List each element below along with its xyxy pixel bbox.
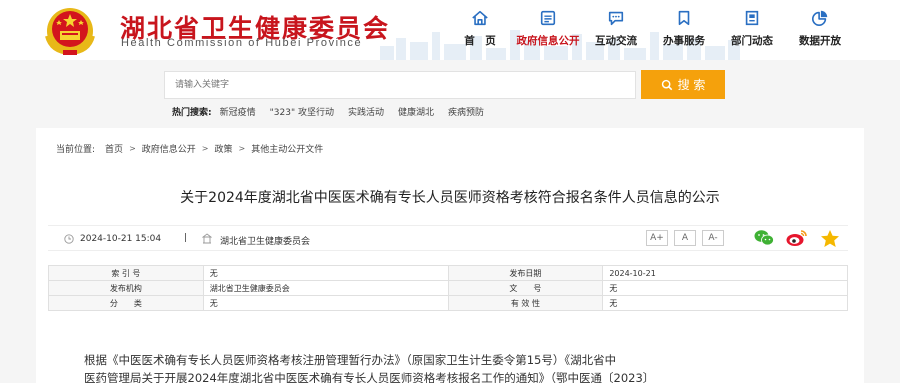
font-size-normal-button[interactable]: A [674,230,696,246]
nav-label: 首 页 [464,35,496,47]
main-nav: 首 页 政府信息公开 互动交流 办事服务 部门动态 数据开放 [446,9,854,48]
publish-datetime: 2024-10-21 15:04 [80,234,162,244]
nav-item-open-data[interactable]: 数据开放 [786,9,854,48]
breadcrumb-label: 当前位置: [56,145,96,155]
home-icon [472,10,488,26]
table-key: 发布日期 [447,265,604,281]
site-subtitle: Health Commission of Hubei Province [121,37,363,49]
font-size-decrease-button[interactable]: A- [702,230,724,246]
favorite-star-icon[interactable] [820,229,840,248]
building-icon [202,233,212,244]
publish-source: 湖北省卫生健康委员会 [220,237,311,247]
search-icon [661,79,672,90]
nav-label: 办事服务 [663,35,705,47]
breadcrumb-gov-info[interactable]: 政府信息公开 [142,142,196,155]
meta-divider: | [184,233,188,243]
table-value: 湖北省卫生健康委员会 [202,280,449,296]
chevron-right-icon: > [201,144,209,153]
pie-chart-icon [811,10,828,27]
site-header: 湖北省卫生健康委员会 Health Commission of Hubei Pr… [0,0,900,60]
table-value: 无 [202,295,449,311]
table-key: 发布机构 [48,280,204,296]
nav-label: 部门动态 [731,35,773,47]
breadcrumb: 当前位置: 首页 > 政府信息公开 > 政策 > 其他主动公开文件 [56,142,323,155]
hot-search-link[interactable]: 新冠疫情 [220,105,256,118]
breadcrumb-policy[interactable]: 政策 [214,142,232,155]
hot-search-link[interactable]: 疾病预防 [448,105,484,118]
nav-item-services[interactable]: 办事服务 [650,9,718,48]
nav-label: 数据开放 [799,35,841,47]
body-paragraph-line: 医药管理局关于开展2024年度湖北省中医医术确有专长人员医师资格考核报名工作的通… [84,371,655,383]
document-list-icon [540,10,556,26]
table-row: 发布机构 湖北省卫生健康委员会 文 号 无 [48,280,848,296]
document-info-table: 索 引 号 无 发布日期 2024-10-21 发布机构 湖北省卫生健康委员会 … [48,265,848,311]
search-button[interactable]: 搜 索 [641,70,725,99]
national-emblem-logo [45,8,95,56]
bookmark-icon [678,10,690,26]
table-value: 2024-10-21 [602,265,848,281]
nav-item-dept-news[interactable]: 部门动态 [718,9,786,48]
article-title: 关于2024年度湖北省中医医术确有专长人员医师资格考核符合报名条件人员信息的公示 [180,190,720,206]
hot-search-link[interactable]: "323" 攻坚行动 [270,105,334,118]
search-input[interactable] [164,71,636,99]
hot-search-link[interactable]: 健康湖北 [398,105,434,118]
clock-icon [64,234,74,244]
nav-item-home[interactable]: 首 页 [446,9,514,48]
wechat-icon[interactable] [754,229,774,247]
weibo-icon[interactable] [786,229,808,247]
table-key: 索 引 号 [48,265,204,281]
hot-search-label: 热门搜索: [172,108,212,118]
chevron-right-icon: > [129,144,136,153]
chevron-right-icon: > [238,144,246,153]
table-value: 无 [602,280,848,296]
nav-label: 政府信息公开 [516,35,580,47]
table-key: 有 效 性 [447,295,604,311]
table-key: 分 类 [48,295,204,311]
article-meta-bar: 2024-10-21 15:04 | 湖北省卫生健康委员会 A+ A A- [48,225,848,251]
body-paragraph-line: 根据《中医医术确有专长人员医师资格考核注册管理暂行办法》（原国家卫生计生委令第1… [84,353,617,367]
breadcrumb-other-docs[interactable]: 其他主动公开文件 [251,142,323,155]
article-body: 根据《中医医术确有专长人员医师资格考核注册管理暂行办法》（原国家卫生计生委令第1… [84,351,824,383]
table-row: 分 类 无 有 效 性 无 [48,295,848,311]
table-value: 无 [202,265,449,281]
hot-search-bar: 热门搜索: 新冠疫情 "323" 攻坚行动 实践活动 健康湖北 疾病预防 [172,105,498,118]
nav-label: 互动交流 [595,35,637,47]
news-icon [745,10,759,26]
table-row: 索 引 号 无 发布日期 2024-10-21 [48,265,848,281]
font-size-increase-button[interactable]: A+ [646,230,668,246]
table-key: 文 号 [447,280,604,296]
hot-search-link[interactable]: 实践活动 [348,105,384,118]
nav-item-gov-info[interactable]: 政府信息公开 [514,9,582,48]
breadcrumb-home[interactable]: 首页 [105,142,123,155]
article-card: 当前位置: 首页 > 政府信息公开 > 政策 > 其他主动公开文件 关于2024… [36,128,864,383]
chat-bubble-icon [608,11,624,26]
nav-item-interaction[interactable]: 互动交流 [582,9,650,48]
table-value: 无 [602,295,848,311]
search-button-label: 搜 索 [677,78,706,92]
